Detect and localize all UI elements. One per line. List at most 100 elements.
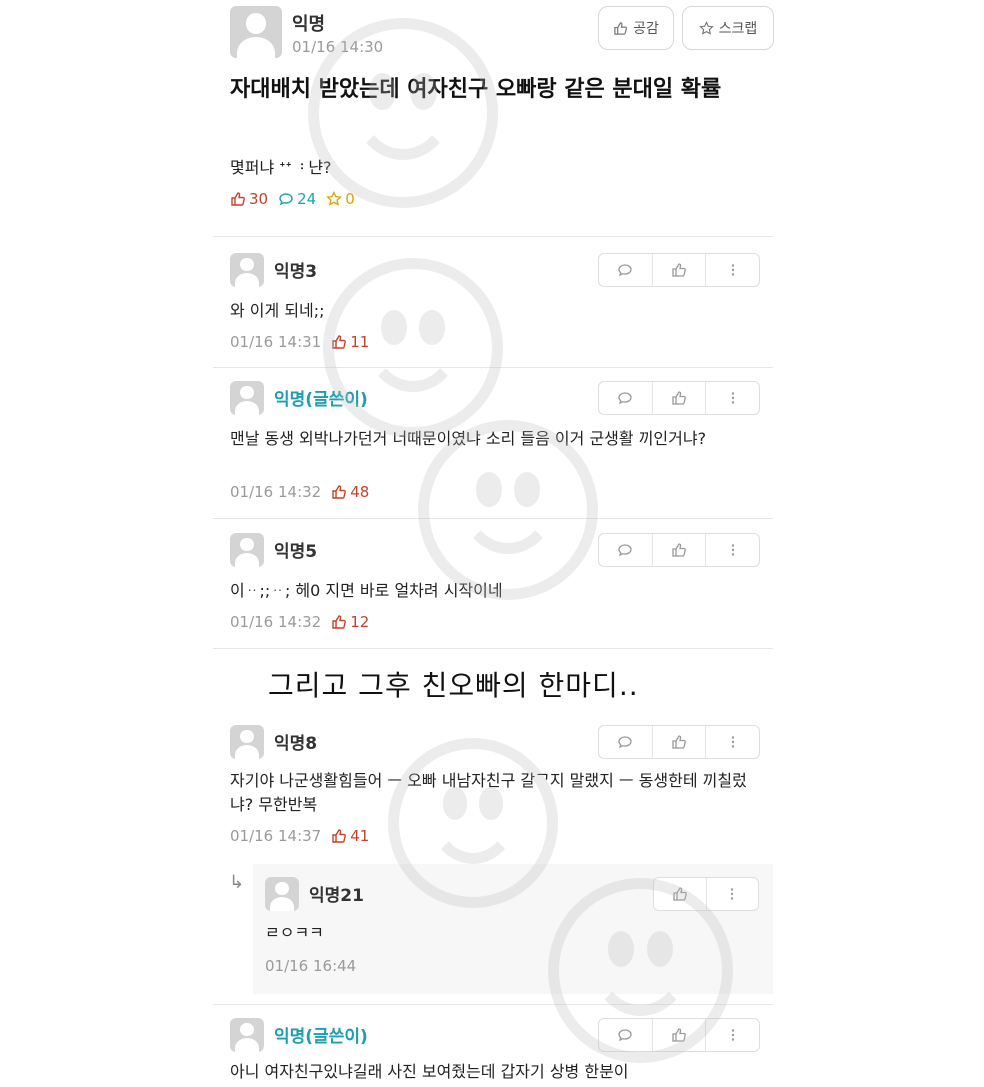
thumbs-up-icon <box>332 615 347 629</box>
speech-bubble-icon <box>618 264 632 277</box>
thumbs-up-icon <box>672 1028 686 1042</box>
post-likes-value: 30 <box>249 190 269 208</box>
comment-author: 익명21 <box>309 886 364 906</box>
speech-bubble-icon <box>618 544 632 557</box>
comment-author: 익명8 <box>274 734 318 754</box>
post-like-button[interactable]: 공감 <box>598 6 674 50</box>
thumbs-up-icon <box>230 191 246 207</box>
comment-author: 익명(글쓴이) <box>274 1027 368 1047</box>
thumbs-up-icon <box>672 391 686 405</box>
comment-like-button[interactable] <box>653 1019 707 1051</box>
comment-like-count: 12 <box>331 613 369 631</box>
more-vertical-icon <box>731 888 734 900</box>
divider <box>213 648 773 649</box>
comment-actions <box>598 533 760 567</box>
thumbs-up-icon <box>672 543 686 557</box>
comment-meta: 01/16 16:44 <box>265 957 356 975</box>
more-vertical-icon <box>731 1029 734 1041</box>
more-button[interactable] <box>706 726 759 758</box>
divider <box>213 367 773 368</box>
thumbs-up-icon <box>613 21 628 36</box>
comment-time: 01/16 14:37 <box>230 827 322 845</box>
divider <box>213 236 773 237</box>
post-comment-count: 24 <box>278 190 316 208</box>
comment-meta: 01/16 14:32 48 <box>230 483 369 501</box>
more-button[interactable] <box>707 878 759 910</box>
commenter-avatar <box>265 877 299 911</box>
comment-actions <box>653 877 759 911</box>
comment-actions <box>598 1018 760 1052</box>
reply-button[interactable] <box>599 534 653 566</box>
divider <box>213 518 773 519</box>
comment-meta: 01/16 14:32 12 <box>230 613 369 631</box>
comment-author: 익명(글쓴이) <box>274 390 368 410</box>
comment-time: 01/16 14:32 <box>230 483 322 501</box>
more-button[interactable] <box>706 382 759 414</box>
author-avatar <box>230 6 282 58</box>
post-body: 몇퍼냐 ᐩᐩ ᠄ 냔? <box>230 158 332 177</box>
comment-likes-value: 41 <box>350 827 370 845</box>
comment-like-count: 11 <box>331 333 369 351</box>
more-button[interactable] <box>706 534 759 566</box>
post-scraps-value: 0 <box>345 190 355 208</box>
comment-author: 익명3 <box>274 262 318 282</box>
comment-text: 이ᆢ;;ᆢ; 헤0 지면 바로 얼차려 시작이네 <box>230 581 503 600</box>
comment-actions <box>598 725 760 759</box>
post-stats: 30 24 0 <box>230 190 355 208</box>
comment-text: 와 이게 되네;; <box>230 301 325 320</box>
comment-meta: 01/16 14:37 41 <box>230 827 369 845</box>
more-vertical-icon <box>731 736 734 748</box>
thumbs-up-icon <box>672 263 686 277</box>
comment-like-count: 48 <box>331 483 369 501</box>
comment-text: 맨날 동생 외박나가던거 너때문이였냐 소리 들음 이거 군생활 끼인거냐? <box>230 429 707 448</box>
scrap-button[interactable]: 스크랩 <box>682 6 774 50</box>
commenter-avatar <box>230 253 264 287</box>
comment-like-count: 41 <box>331 827 369 845</box>
comment-likes-value: 12 <box>350 613 370 631</box>
comment-like-button[interactable] <box>653 534 707 566</box>
comment-text: ㄹㅇㅋㅋ <box>265 923 324 942</box>
scrap-label: 스크랩 <box>718 21 758 37</box>
reply-button[interactable] <box>599 1019 653 1051</box>
post-title: 자대배치 받았는데 여자친구 오빠랑 같은 분대일 확률 <box>230 77 722 102</box>
comment-like-button[interactable] <box>654 878 707 910</box>
post-scrap-count: 0 <box>326 190 355 208</box>
more-button[interactable] <box>706 1019 759 1051</box>
post-author: 익명 <box>292 14 326 35</box>
reply-button[interactable] <box>599 726 653 758</box>
comment-text: 자기야 나군생활힘들어 ㅡ 오빠 내남자친구 갈ᄀ지 말랬지 ㅡ 동생한테 끼칠… <box>230 771 747 814</box>
post-like-count: 30 <box>230 190 268 208</box>
post-header: 익명 01/16 14:30 공감 스크랩 <box>230 6 774 62</box>
comment-like-button[interactable] <box>653 726 707 758</box>
more-button[interactable] <box>706 254 759 286</box>
divider <box>213 1004 773 1005</box>
comment-time: 01/16 16:44 <box>265 957 357 975</box>
more-vertical-icon <box>731 544 734 556</box>
star-icon <box>698 20 714 36</box>
commenter-avatar <box>230 381 264 415</box>
reply-button[interactable] <box>599 382 653 414</box>
commenter-avatar <box>230 1018 264 1052</box>
caption-banner: 그리고 그후 친오빠의 한마디.. <box>268 669 639 702</box>
reply-button[interactable] <box>599 254 653 286</box>
thumbs-up-icon <box>673 887 687 901</box>
comment-like-button[interactable] <box>653 382 707 414</box>
post-comments-value: 24 <box>297 190 317 208</box>
post-like-label: 공감 <box>633 21 659 37</box>
more-vertical-icon <box>731 264 734 276</box>
more-vertical-icon <box>731 392 734 404</box>
thumbs-up-icon <box>332 485 347 499</box>
post-time: 01/16 14:30 <box>292 38 384 56</box>
comment-like-button[interactable] <box>653 254 707 286</box>
commenter-avatar <box>230 725 264 759</box>
comment-time: 01/16 14:32 <box>230 613 322 631</box>
comment-text: 아니 여자친구있냐길래 사진 보여줬는데 갑자기 상병 한분이 <box>230 1062 629 1081</box>
comment-likes-value: 11 <box>350 333 370 351</box>
post-page: 익명 01/16 14:30 공감 스크랩 자대배치 받았는데 여자친구 오빠랑… <box>213 0 774 1087</box>
comment-likes-value: 48 <box>350 483 370 501</box>
speech-bubble-icon <box>618 736 632 749</box>
comment-author: 익명5 <box>274 542 318 562</box>
speech-bubble-icon <box>278 191 294 207</box>
commenter-avatar <box>230 533 264 567</box>
thumbs-up-icon <box>332 829 347 843</box>
